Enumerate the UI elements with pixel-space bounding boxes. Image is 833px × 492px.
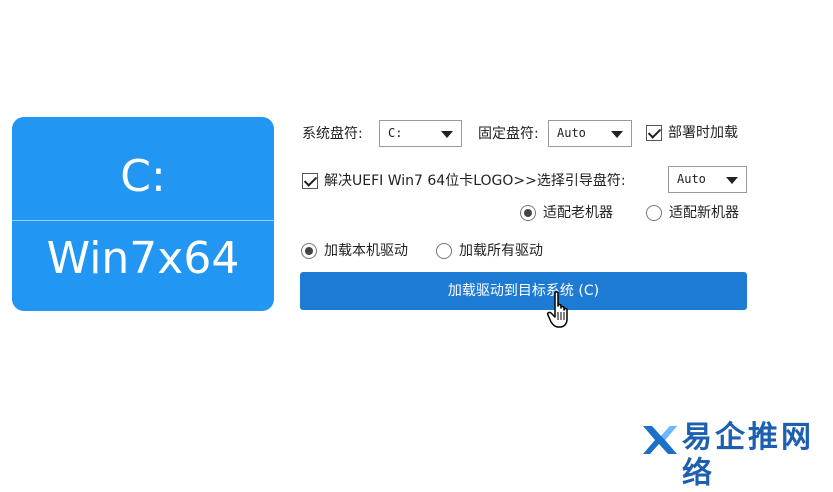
adapt-new-radio[interactable] (646, 205, 662, 221)
fixed-drive-label: 固定盘符: (478, 126, 539, 142)
watermark-logo-icon (643, 426, 677, 454)
deploy-load-checkbox[interactable] (646, 125, 662, 141)
radio-selected-dot (305, 247, 313, 255)
fixed-drive-value: Auto (557, 126, 586, 140)
os-name: Win7x64 (46, 233, 240, 284)
watermark-text: 易企推网络 (682, 420, 814, 491)
hand-cursor-icon (547, 291, 568, 328)
system-drive-label: 系统盘符: (302, 126, 363, 142)
adapt-old-label: 适配老机器 (543, 205, 613, 221)
adapt-old-radio[interactable] (520, 205, 536, 221)
load-all-radio[interactable] (436, 243, 452, 259)
load-local-radio[interactable] (301, 243, 317, 259)
adapt-new-label: 适配新机器 (669, 205, 739, 221)
system-drive-value: C: (388, 126, 403, 140)
boot-drive-value: Auto (677, 172, 706, 186)
load-drivers-button[interactable]: 加载驱动到目标系统 (C) (300, 272, 747, 310)
chevron-down-icon (611, 131, 623, 138)
uefi-fix-checkbox[interactable] (302, 173, 318, 189)
uefi-fix-label: 解决UEFI Win7 64位卡LOGO>>选择引导盘符: (324, 173, 626, 189)
radio-selected-dot (524, 209, 532, 217)
watermark: 易企推网络 (640, 418, 830, 491)
system-drive-select[interactable]: C: (379, 120, 462, 147)
tile-divider (12, 220, 274, 221)
load-local-label: 加载本机驱动 (324, 243, 408, 259)
check-icon (303, 173, 318, 187)
deploy-load-label: 部署时加载 (668, 125, 738, 141)
boot-drive-select[interactable]: Auto (668, 166, 747, 193)
chevron-down-icon (726, 177, 738, 184)
drive-letter: C: (120, 151, 166, 202)
target-drive-tile: C: Win7x64 (12, 117, 274, 311)
fixed-drive-select[interactable]: Auto (548, 120, 632, 147)
check-icon (647, 125, 662, 139)
load-all-label: 加载所有驱动 (459, 243, 543, 259)
chevron-down-icon (441, 131, 453, 138)
